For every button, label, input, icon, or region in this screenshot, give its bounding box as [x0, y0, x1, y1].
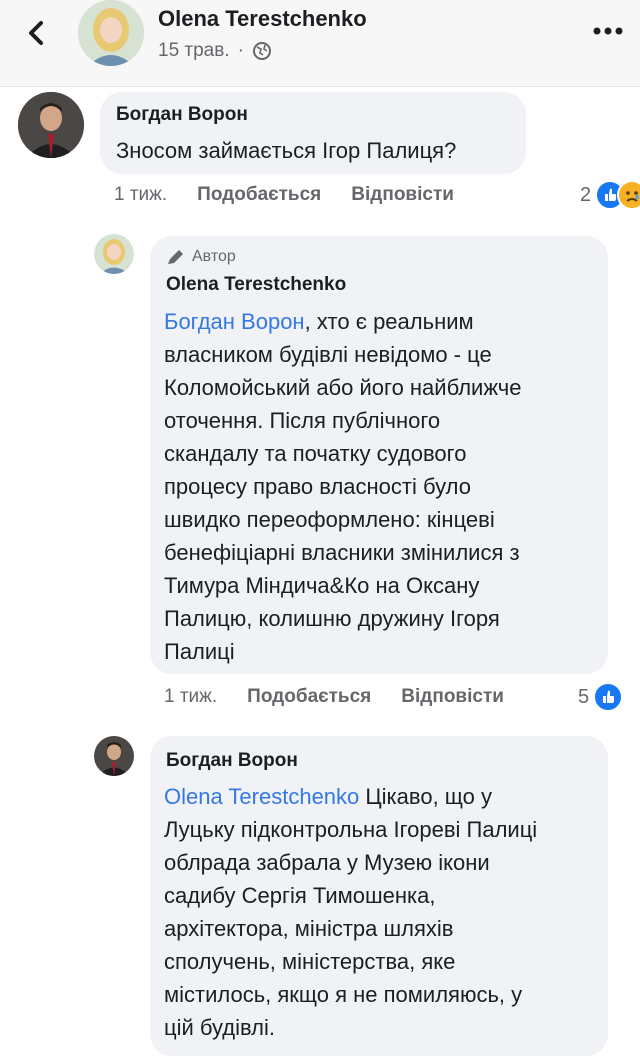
reaction-summary[interactable]: 2 [580, 180, 640, 210]
commenter-avatar[interactable] [18, 92, 84, 158]
comment-line: Тимура Міндича&Ко на Оксану [164, 573, 480, 598]
mention-link[interactable]: Богдан Ворон [164, 309, 305, 334]
back-button[interactable] [22, 18, 52, 48]
comment-line: цій будівлі. [164, 1015, 276, 1040]
comment-line: Богдан Ворон, хто є реальним [164, 309, 474, 334]
man-portrait-icon [18, 92, 84, 158]
reaction-count: 5 [578, 685, 590, 708]
man-portrait-icon [94, 736, 134, 776]
comment-line: Палицю, колишню дружину Ігоря [164, 606, 500, 631]
more-options-button[interactable] [590, 24, 626, 38]
post-meta: 15 трав. · [158, 40, 272, 62]
commenter-avatar[interactable] [94, 736, 134, 776]
post-date[interactable]: 15 трав. [158, 40, 230, 62]
reply-button[interactable]: Відповісти [351, 184, 454, 206]
sad-reaction-icon [617, 180, 640, 210]
author-name[interactable]: Olena Terestchenko [158, 6, 367, 32]
comment-line: швидко переоформлено: кінцеві [164, 507, 495, 532]
globe-icon [252, 42, 271, 60]
post-header: Olena Terestchenko 15 трав. · [0, 0, 640, 87]
woman-portrait-icon [78, 0, 144, 66]
pen-icon [168, 250, 183, 264]
comment-line: архітектора, міністра шляхів [164, 916, 454, 941]
comment-line: оточення. Після публічного [164, 408, 441, 433]
comment-line: бенефіціарні власники змінилися з [164, 540, 520, 565]
comment-author[interactable]: Богдан Ворон [116, 104, 248, 126]
comment-line: містилось, якщо я не помиляюсь, у [164, 982, 523, 1007]
author-badge-label: Автор [192, 248, 236, 265]
author-badge: Автор [166, 248, 236, 266]
comment-author[interactable]: Богдан Ворон [166, 750, 298, 772]
reaction-count: 2 [580, 183, 592, 206]
comment-actions: 1 тиж. Подобається Відповісти [114, 184, 484, 206]
comment-time[interactable]: 1 тиж. [114, 184, 167, 206]
comment-actions: 1 тиж. Подобається Відповісти [164, 686, 534, 708]
woman-portrait-icon [94, 234, 134, 274]
author-avatar[interactable] [78, 0, 144, 66]
mention-link[interactable]: Olena Terestchenko [164, 784, 359, 809]
comment-line: облрада забрала у Музею ікони [164, 850, 490, 875]
comment-line: власником будівлі невідомо - це [164, 342, 492, 367]
comment-time[interactable]: 1 тиж. [164, 686, 217, 708]
comment-author[interactable]: Olena Terestchenko [166, 274, 346, 296]
like-reaction-icon [593, 682, 624, 712]
more-dots-icon [593, 27, 623, 35]
comment-line: Коломойський або його найближче [164, 375, 522, 400]
comment-text: Богдан Ворон, хто є реальним власником б… [164, 305, 522, 668]
comment-text: Olena Terestchenko Цікаво, що у Луцьку п… [164, 780, 537, 1044]
comment-line: Луцьку підконтрольна Ігореві Палиці [164, 817, 538, 842]
like-button[interactable]: Подобається [247, 686, 371, 708]
back-chevron-icon [29, 21, 43, 45]
comment-line: процесу право власності було [164, 474, 471, 499]
comment-line: садибу Сергія Тимошенка, [164, 883, 436, 908]
reaction-summary[interactable]: 5 [578, 682, 624, 712]
comment-line: сполучень, міністерства, яке [164, 949, 456, 974]
reply-author-avatar[interactable] [94, 234, 134, 274]
comment-line: скандалу та початку судового [164, 441, 467, 466]
meta-separator: · [237, 40, 244, 61]
comment-text: Зносом займається Ігор Палиця? [116, 138, 457, 163]
reply-button[interactable]: Відповісти [401, 686, 504, 708]
like-button[interactable]: Подобається [197, 184, 321, 206]
comment-line: Olena Terestchenko Цікаво, що у [164, 784, 493, 809]
comment-line: Палиці [164, 639, 235, 664]
